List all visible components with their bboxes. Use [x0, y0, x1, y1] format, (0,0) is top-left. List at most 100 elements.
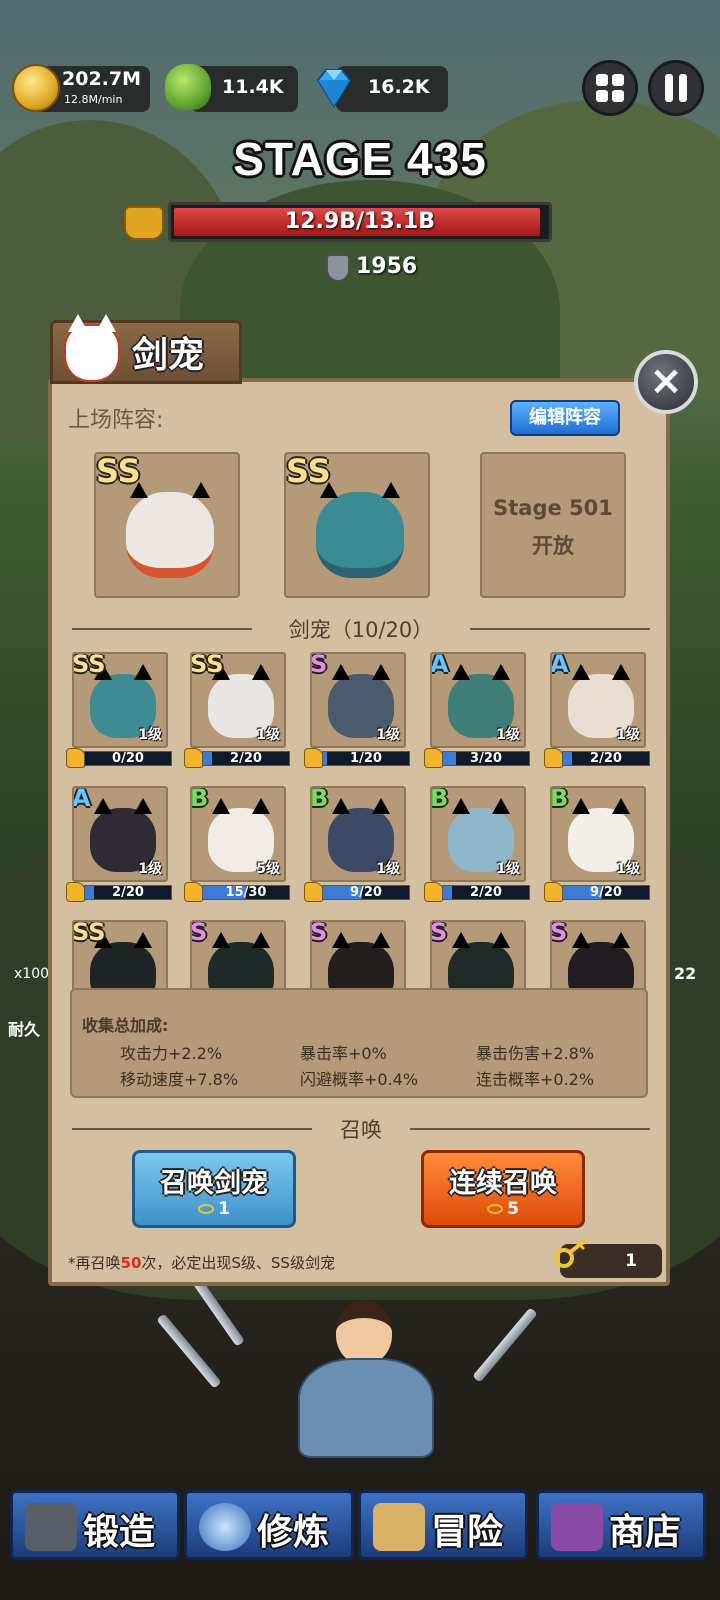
- slime-value: 11.4K: [222, 76, 284, 98]
- pet-progress-text: 0/20: [112, 751, 144, 766]
- close-button[interactable]: ×: [634, 350, 698, 414]
- summon-single-label: 召唤剑宠: [160, 1168, 268, 1199]
- grade-badge: B: [190, 786, 209, 812]
- side-durability-label: 耐久: [8, 1020, 41, 1039]
- nav-forge[interactable]: 锻造: [10, 1490, 180, 1560]
- pet-card[interactable]: B 5级: [190, 786, 286, 882]
- grade-badge: B: [430, 786, 449, 812]
- edit-lineup-button[interactable]: 编辑阵容: [510, 400, 620, 436]
- fox-mask-icon: [64, 314, 120, 382]
- pet-level: 1级: [616, 861, 640, 877]
- pet-shard-progress: 9/20: [544, 882, 654, 902]
- summon-multi-button[interactable]: 连续召唤 5: [421, 1150, 585, 1228]
- pet-card[interactable]: S 1级: [310, 652, 406, 748]
- bonus-move-speed: 移动速度+7.8%: [120, 1070, 239, 1089]
- pet-level: 1级: [256, 727, 280, 743]
- pause-button[interactable]: [648, 60, 704, 116]
- fox-pet-icon: [126, 482, 214, 578]
- pet-card[interactable]: B 1级: [550, 786, 646, 882]
- stage-title: STAGE 435: [233, 133, 487, 185]
- grid-icon: [596, 74, 624, 102]
- lineup-slot-1[interactable]: SS: [94, 452, 240, 598]
- pet-card[interactable]: S: [430, 920, 526, 996]
- orb-icon: [199, 1503, 251, 1551]
- pet-progress-text: 2/20: [112, 885, 144, 900]
- grade-badge: S: [550, 920, 568, 946]
- summon-multi-cost: 5: [424, 1199, 582, 1219]
- pet-progress-text: 1/20: [350, 751, 382, 766]
- key-count: 1: [625, 1251, 637, 1271]
- thumbs-up-icon: [424, 748, 444, 768]
- thumbs-up-icon: [544, 748, 564, 768]
- pet-card[interactable]: B 1级: [310, 786, 406, 882]
- pet-card[interactable]: SS: [72, 920, 168, 996]
- collection-divider: 剑宠（10/20）: [72, 614, 650, 644]
- pet-shard-progress: 2/20: [424, 882, 534, 902]
- pet-level: 1级: [376, 727, 400, 743]
- pet-progress-text: 3/20: [470, 751, 502, 766]
- pet-progress-text: 9/20: [350, 885, 382, 900]
- hero-character: [288, 1300, 444, 1460]
- pet-card[interactable]: B 1级: [430, 786, 526, 882]
- map-icon: [373, 1503, 425, 1551]
- pet-shard-progress: 1/20: [304, 748, 414, 768]
- pet-card[interactable]: A 1级: [430, 652, 526, 748]
- defense-value: 1956: [356, 254, 418, 279]
- grade-badge: S: [310, 652, 328, 678]
- bonus-crit-damage: 暴击伤害+2.8%: [476, 1044, 595, 1063]
- grade-badge: A: [550, 652, 569, 678]
- pet-shard-progress: 9/20: [304, 882, 414, 902]
- shield-icon: [326, 254, 350, 282]
- pet-card[interactable]: S: [310, 920, 406, 996]
- close-icon: ×: [649, 358, 683, 404]
- pet-progress-text: 15/30: [225, 885, 267, 900]
- summon-multi-label: 连续召唤: [449, 1168, 557, 1199]
- boss-icon: [124, 206, 164, 240]
- pet-level: 1级: [138, 861, 162, 877]
- bonus-combo: 连击概率+0.2%: [476, 1070, 595, 1089]
- wolf-pet-icon: [316, 482, 404, 578]
- pet-level: 1级: [376, 861, 400, 877]
- summon-single-cost: 1: [135, 1199, 293, 1219]
- diamond-icon: [316, 69, 352, 108]
- pet-progress-text: 2/20: [590, 751, 622, 766]
- pet-card[interactable]: S: [190, 920, 286, 996]
- grade-badge: B: [310, 786, 329, 812]
- nav-forge-label: 锻造: [83, 1512, 156, 1553]
- thumbs-up-icon: [304, 748, 324, 768]
- side-multiplier: x100: [14, 966, 50, 982]
- pet-card[interactable]: S: [550, 920, 646, 996]
- pet-card[interactable]: SS 1级: [190, 652, 286, 748]
- pet-level: 1级: [496, 861, 520, 877]
- nav-cultivate[interactable]: 修炼: [184, 1490, 354, 1560]
- gold-value: 202.7M: [62, 68, 142, 90]
- lineup-slot-2[interactable]: SS: [284, 452, 430, 598]
- pet-card[interactable]: SS 1级: [72, 652, 168, 748]
- summon-divider: 召唤: [72, 1114, 650, 1144]
- bonus-dodge: 闪避概率+0.4%: [300, 1070, 419, 1089]
- boss-hp-text: 12.9B/13.1B: [284, 209, 436, 234]
- pet-shard-progress: 2/20: [544, 748, 654, 768]
- bonus-attack: 攻击力+2.2%: [120, 1044, 223, 1063]
- key-icon: [487, 1204, 504, 1214]
- summon-single-button[interactable]: 召唤剑宠 1: [132, 1150, 296, 1228]
- pet-card[interactable]: A 1级: [72, 786, 168, 882]
- pet-card[interactable]: A 1级: [550, 652, 646, 748]
- pet-shard-progress: 0/20: [66, 748, 176, 768]
- menu-grid-button[interactable]: [582, 60, 638, 116]
- slime-icon: [165, 64, 211, 110]
- pet-progress-text: 2/20: [230, 751, 262, 766]
- gold-rate: 12.8M/min: [64, 93, 123, 106]
- bonus-crit-rate: 暴击率+0%: [300, 1044, 387, 1063]
- nav-shop[interactable]: 商店: [536, 1490, 706, 1560]
- thumbs-up-icon: [424, 882, 444, 902]
- grade-badge: A: [72, 786, 91, 812]
- pet-shard-progress: 2/20: [66, 882, 176, 902]
- lineup-slot-locked: Stage 501 开放: [480, 452, 626, 598]
- nav-adventure[interactable]: 冒险: [358, 1490, 528, 1560]
- key-icon: [554, 1238, 588, 1268]
- nav-shop-label: 商店: [609, 1512, 682, 1553]
- pet-level: 1级: [138, 727, 162, 743]
- grade-badge: SS: [190, 652, 224, 678]
- pet-shard-progress: 3/20: [424, 748, 534, 768]
